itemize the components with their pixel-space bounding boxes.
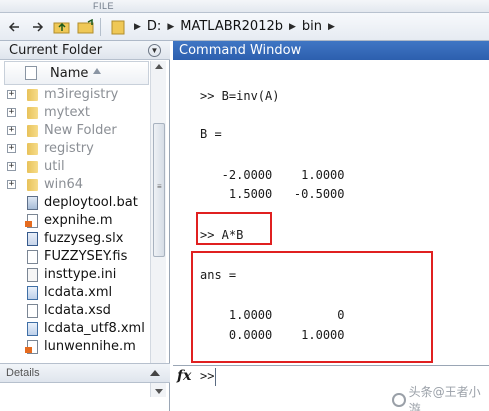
watermark: 头条@王者小游 [392,383,489,411]
folder-row[interactable]: + m3iregistry [4,86,149,104]
file-name: fuzzyseg.slx [44,231,124,246]
expand-up-icon[interactable] [150,370,160,376]
m-file-icon [25,340,38,354]
address-toolbar: ▶ D: ▶ MATLABR2012b ▶ bin ▶ [0,13,489,41]
folder-icon [27,161,38,173]
folder-row[interactable]: + win64 [4,176,149,194]
expand-icon[interactable]: + [7,90,16,99]
file-list: + m3iregistry + mytext + New Folder + registry +… [4,86,149,386]
details-bar[interactable]: Details [0,363,170,383]
back-arrow-icon[interactable] [4,17,24,37]
file-name: registry [44,141,94,156]
folder-row[interactable]: + New Folder [4,122,149,140]
current-folder-header: Current Folder ▼ [0,41,170,60]
folder-row[interactable]: + util [4,158,149,176]
folder-icon [27,179,38,191]
file-name: lunwennihe.m [44,339,136,354]
output-line: 1.5000 -0.5000 [200,187,345,201]
folder-icon [27,125,38,137]
input-caret [215,368,216,386]
browse-folder-icon[interactable] [76,17,96,37]
expand-icon[interactable]: + [7,126,16,135]
sort-ascending-icon [93,68,101,74]
highlight-box-command [196,212,272,245]
xml-file-icon [27,286,38,300]
vertical-scrollbar[interactable]: ≡ [150,61,166,397]
bat-file-icon [27,196,38,210]
file-name: lcdata.xsd [44,303,111,318]
function-browser-icon[interactable]: fx [177,368,191,384]
name-column-header[interactable]: Name [4,61,149,85]
file-name: deploytool.bat [44,195,138,210]
ribbon-strip: FILE [0,0,489,13]
breadcrumb-arrow-icon[interactable]: ▶ [289,21,296,32]
m-file-icon [25,214,38,228]
file-row[interactable]: expnihe.m [4,212,149,230]
command-window-title: Command Window [179,43,302,58]
ribbon-tab-file[interactable]: FILE [93,1,114,11]
scroll-down-icon[interactable] [155,389,163,394]
file-row[interactable]: deploytool.bat [4,194,149,212]
file-row[interactable]: lcdata_utf8.xml [4,320,149,338]
breadcrumb-arrow-icon[interactable]: ▶ [328,21,335,32]
folder-row[interactable]: + registry [4,140,149,158]
file-name: expnihe.m [44,213,113,228]
scroll-up-icon[interactable] [155,64,163,69]
breadcrumb-arrow-icon[interactable]: ▶ [167,21,174,32]
toolbar-divider [100,17,101,36]
file-name: win64 [44,177,84,192]
slx-file-icon [27,232,38,246]
panel-menu-icon[interactable]: ▼ [148,44,161,57]
folder-icon [108,17,128,37]
file-name: FUZZYSEY.fis [44,249,128,264]
watermark-text: 头条@王者小游 [408,385,481,411]
command-line: >> B=inv(A) [200,89,280,103]
ini-file-icon [27,268,38,282]
fis-file-icon [27,250,38,264]
command-window-titlebar: Command Window [173,41,489,60]
file-name: lcdata.xml [44,285,113,300]
current-folder-panel: Current Folder ▼ Name + m3iregistry + mytex… [0,41,170,411]
breadcrumb-arrow-icon[interactable]: ▶ [134,21,141,32]
file-name: New Folder [44,123,117,138]
file-name: mytext [44,105,91,120]
output-line: -2.0000 1.0000 [200,168,345,182]
file-name: lcdata_utf8.xml [44,321,145,336]
file-row[interactable]: lunwennihe.m [4,338,149,356]
breadcrumb-matlab[interactable]: MATLABR2012b [180,19,283,34]
breadcrumb-drive[interactable]: D: [147,19,161,34]
expand-icon[interactable]: + [7,180,16,189]
grip-icon: ≡ [157,182,162,191]
file-row[interactable]: fuzzyseg.slx [4,230,149,248]
expand-icon[interactable]: + [7,108,16,117]
output-line: B = [200,127,222,141]
highlight-box-result [191,251,433,363]
xsd-file-icon [27,304,38,318]
watermark-logo-icon [392,393,406,407]
forward-arrow-icon[interactable] [28,17,48,37]
prompt-symbol: >> [200,369,215,383]
file-row[interactable]: FUZZYSEY.fis [4,248,149,266]
details-label: Details [6,367,40,379]
command-window: Command Window >> B=inv(A) B = -2.0000 1… [173,41,489,411]
up-folder-icon[interactable] [52,17,72,37]
file-row[interactable]: insttype.ini [4,266,149,284]
expand-icon[interactable]: + [7,144,16,153]
expand-icon[interactable]: + [7,162,16,171]
xml-file-icon [27,322,38,336]
panel-title: Current Folder [9,43,103,58]
scroll-thumb[interactable]: ≡ [153,123,165,257]
breadcrumb-bin[interactable]: bin [302,19,322,34]
file-name: util [44,159,65,174]
folder-row[interactable]: + mytext [4,104,149,122]
file-name: m3iregistry [44,87,119,102]
file-row[interactable]: lcdata.xsd [4,302,149,320]
folder-icon [27,107,38,119]
file-row[interactable]: lcdata.xml [4,284,149,302]
file-type-icon [25,66,37,80]
folder-icon [27,143,38,155]
column-name-label: Name [50,66,89,81]
folder-icon [27,89,38,101]
file-name: insttype.ini [44,267,117,282]
